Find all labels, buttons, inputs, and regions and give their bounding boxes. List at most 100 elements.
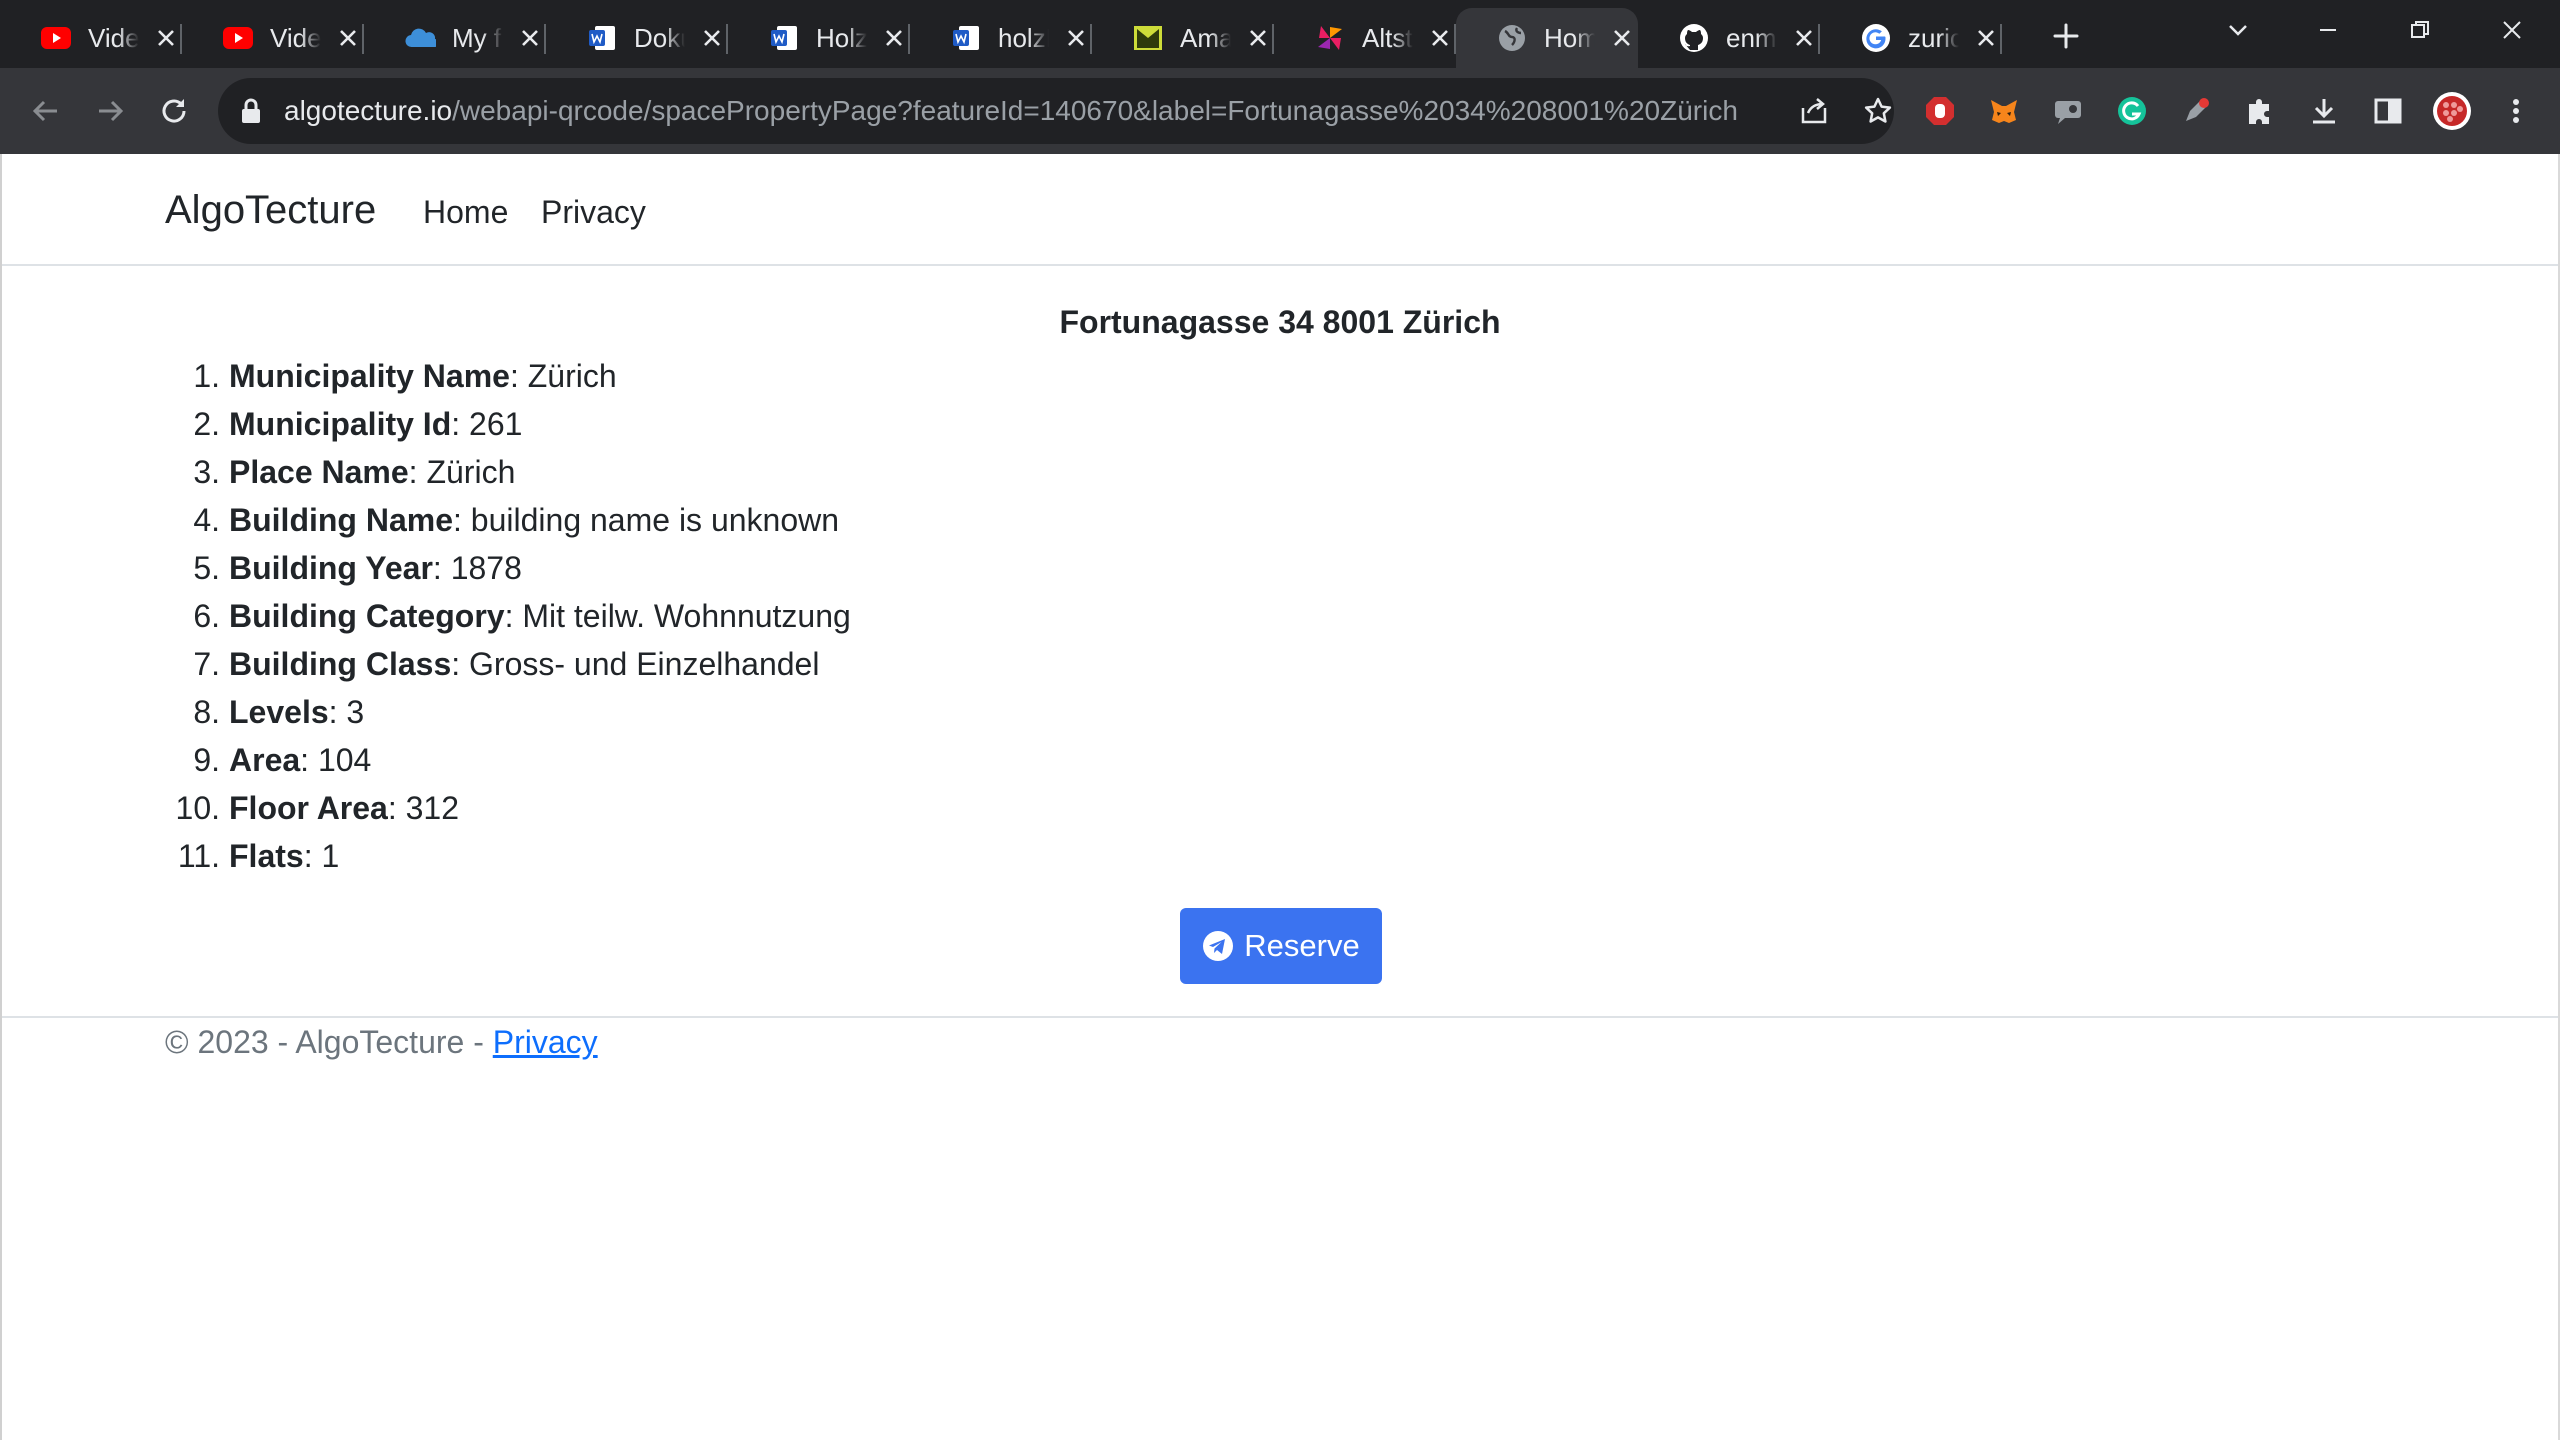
lock-icon	[242, 98, 260, 123]
extension-chat-button[interactable]	[2046, 89, 2090, 133]
close-icon[interactable]	[1425, 22, 1456, 54]
youtube-icon	[222, 22, 254, 54]
youtube-icon	[40, 22, 72, 54]
tab-title: zurich	[1908, 22, 1959, 53]
browser-tab[interactable]: Altsta	[1274, 8, 1456, 68]
tab-separator	[2000, 24, 2002, 54]
close-icon[interactable]	[697, 22, 728, 54]
address-bar[interactable]: algotecture.io/webapi-qrcode/spaceProper…	[218, 78, 1894, 144]
pen-icon	[2186, 98, 2209, 121]
share-icon	[1801, 98, 1827, 124]
list-number: 10.	[175, 790, 220, 826]
tab-search-button[interactable]	[2214, 10, 2262, 50]
property-label: Municipality Id	[229, 406, 452, 442]
property-value: : Gross- und Einzelhandel	[451, 646, 820, 682]
close-icon[interactable]	[1789, 22, 1820, 54]
browser-tab[interactable]: holzE	[910, 8, 1092, 68]
profile-button[interactable]	[2430, 89, 2474, 133]
tab-title: Hom	[1544, 22, 1595, 53]
property-label: Levels	[229, 694, 329, 730]
property-label: Building Year	[229, 550, 433, 586]
property-label: Building Name	[229, 502, 454, 538]
tab-title: holzE	[998, 22, 1049, 53]
extension-pen-button[interactable]	[2174, 89, 2218, 133]
property-value: : 261	[451, 406, 523, 442]
nav-link-home[interactable]: Home	[423, 194, 508, 231]
download-icon	[2313, 99, 2335, 124]
browser-tab[interactable]: Video	[0, 8, 182, 68]
site-brand[interactable]: AlgoTecture	[165, 188, 376, 233]
extensions-button[interactable]	[2238, 89, 2282, 133]
close-window-button[interactable]	[2488, 10, 2536, 50]
browser-tab[interactable]: My fi	[364, 8, 546, 68]
property-label: Building Category	[229, 598, 505, 634]
property-label: Flats	[229, 838, 304, 874]
property-label: Place Name	[229, 454, 409, 490]
close-icon[interactable]	[879, 22, 910, 54]
close-icon[interactable]	[1061, 22, 1092, 54]
fox-icon	[1991, 100, 2017, 123]
footer: © 2023 - AlgoTecture - Privacy	[165, 1024, 598, 1061]
side-panel-icon	[2374, 98, 2402, 124]
property-value: : Zürich	[408, 454, 516, 490]
kebab-menu-icon	[2513, 99, 2519, 123]
url-text: algotecture.io/webapi-qrcode/spaceProper…	[284, 95, 1738, 126]
new-tab-button[interactable]	[2046, 16, 2086, 56]
globe-icon	[1496, 22, 1528, 54]
tab-title: Altsta	[1362, 22, 1413, 53]
tab-title: Video	[88, 22, 139, 53]
plus-icon	[2053, 23, 2079, 49]
close-icon[interactable]	[515, 22, 546, 54]
puzzle-icon	[2249, 99, 2269, 124]
tab-title: Video	[270, 22, 321, 53]
close-icon[interactable]	[333, 22, 364, 54]
adblock-hand-icon	[1926, 97, 1954, 125]
web-page: AlgoTecture Home Privacy Fortunagasse 34…	[0, 154, 2560, 1440]
reload-icon	[162, 99, 186, 123]
close-icon[interactable]	[151, 22, 182, 54]
close-icon[interactable]	[1243, 22, 1274, 54]
close-icon[interactable]	[1607, 22, 1638, 54]
list-number: 3.	[193, 454, 220, 490]
forward-button[interactable]	[88, 89, 132, 133]
downloads-button[interactable]	[2302, 89, 2346, 133]
reload-button[interactable]	[152, 89, 196, 133]
browser-tab[interactable]: Holz	[728, 8, 910, 68]
back-button[interactable]	[24, 89, 68, 133]
browser-tab[interactable]: Doku	[546, 8, 728, 68]
browser-tab[interactable]: enme	[1638, 8, 1820, 68]
avatar	[2433, 92, 2471, 130]
restore-icon	[2411, 21, 2429, 38]
browser-tab[interactable]: Amaz	[1092, 8, 1274, 68]
list-number: 7.	[193, 646, 220, 682]
property-value: : 3	[328, 694, 365, 730]
side-panel-button[interactable]	[2366, 89, 2410, 133]
extension-grammarly-button[interactable]	[2110, 89, 2154, 133]
property-label: Floor Area	[229, 790, 388, 826]
minimize-window-button[interactable]	[2304, 10, 2352, 50]
browser-tab[interactable]: zurich	[1820, 8, 2002, 68]
tab-title: Doku	[634, 22, 685, 53]
bookmark-button[interactable]	[1856, 89, 1900, 133]
word-icon	[586, 22, 618, 54]
footer-privacy-link[interactable]: Privacy	[493, 1024, 598, 1060]
browser-tab[interactable]: Video	[182, 8, 364, 68]
browser-tab[interactable]: Hom	[1456, 8, 1638, 68]
extension-metamask-button[interactable]	[1982, 89, 2026, 133]
restore-window-button[interactable]	[2396, 10, 2444, 50]
nav-link-privacy[interactable]: Privacy	[541, 194, 646, 231]
share-button[interactable]	[1792, 89, 1836, 133]
onedrive-icon	[404, 22, 436, 54]
close-icon[interactable]	[1971, 22, 2002, 54]
chevron-down-icon	[2229, 25, 2247, 36]
chat-bubble-icon	[2055, 101, 2081, 124]
extension-adblock-button[interactable]	[1918, 89, 1962, 133]
reserve-button[interactable]: Reserve	[1180, 908, 1382, 984]
star-icon	[1864, 97, 1892, 123]
list-number: 1.	[193, 358, 220, 394]
tab-title: My fi	[452, 22, 503, 53]
property-label: Municipality Name	[229, 358, 510, 394]
property-value: : Zürich	[509, 358, 617, 394]
list-number: 9.	[193, 742, 220, 778]
menu-button[interactable]	[2494, 89, 2538, 133]
